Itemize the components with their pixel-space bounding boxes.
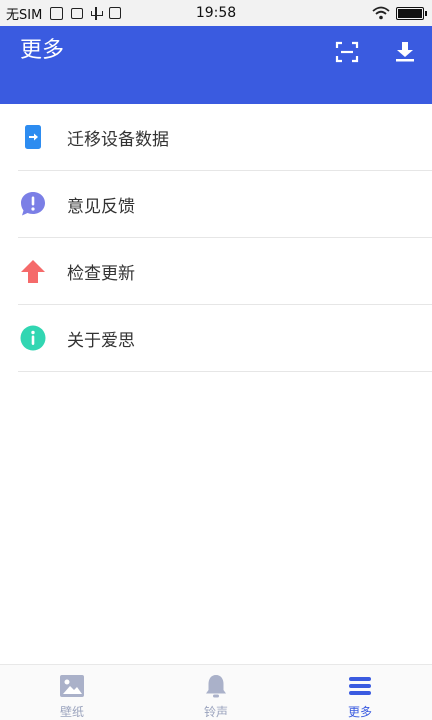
app-bar bbox=[0, 26, 432, 104]
download-icon bbox=[396, 42, 414, 62]
feedback-icon bbox=[18, 189, 48, 219]
status-bar: 无SIM 19:58 bbox=[0, 0, 432, 26]
scan-icon bbox=[335, 41, 359, 63]
menu-item-label: 检查更新 bbox=[67, 263, 135, 284]
nav-tab-wallpaper[interactable]: 壁纸 bbox=[0, 665, 144, 720]
bottom-nav: 壁纸 铃声 更多 bbox=[0, 664, 432, 720]
wifi-icon bbox=[372, 6, 390, 20]
nav-tab-ringtone[interactable]: 铃声 bbox=[144, 665, 288, 720]
page-title: 更多 bbox=[20, 38, 65, 63]
status-right bbox=[372, 6, 427, 20]
menu-item-migrate-data[interactable]: 迁移设备数据 bbox=[18, 104, 432, 171]
menu-item-label: 意见反馈 bbox=[67, 196, 135, 217]
nav-tab-more[interactable]: 更多 bbox=[288, 665, 432, 720]
nav-label: 铃声 bbox=[203, 705, 228, 719]
update-arrow-icon bbox=[18, 256, 48, 286]
scan-button[interactable] bbox=[334, 39, 360, 65]
wallpaper-icon bbox=[59, 673, 85, 699]
menu-item-label: 关于爱思 bbox=[67, 330, 135, 351]
menu-list: 迁移设备数据 意见反馈 检查更新 关于爱思 bbox=[0, 104, 432, 372]
menu-item-check-update[interactable]: 检查更新 bbox=[18, 238, 432, 305]
status-time: 19:58 bbox=[195, 5, 237, 21]
migrate-icon bbox=[18, 122, 48, 152]
more-icon bbox=[347, 673, 373, 699]
nav-label: 壁纸 bbox=[59, 705, 84, 719]
header-actions bbox=[334, 39, 418, 65]
bell-icon bbox=[203, 673, 229, 699]
menu-item-about[interactable]: 关于爱思 bbox=[18, 305, 432, 372]
download-button[interactable] bbox=[392, 39, 418, 65]
battery-icon bbox=[396, 6, 427, 20]
menu-item-feedback[interactable]: 意见反馈 bbox=[18, 171, 432, 238]
info-icon bbox=[18, 323, 48, 353]
nav-label: 更多 bbox=[347, 705, 372, 719]
menu-item-label: 迁移设备数据 bbox=[67, 129, 169, 150]
